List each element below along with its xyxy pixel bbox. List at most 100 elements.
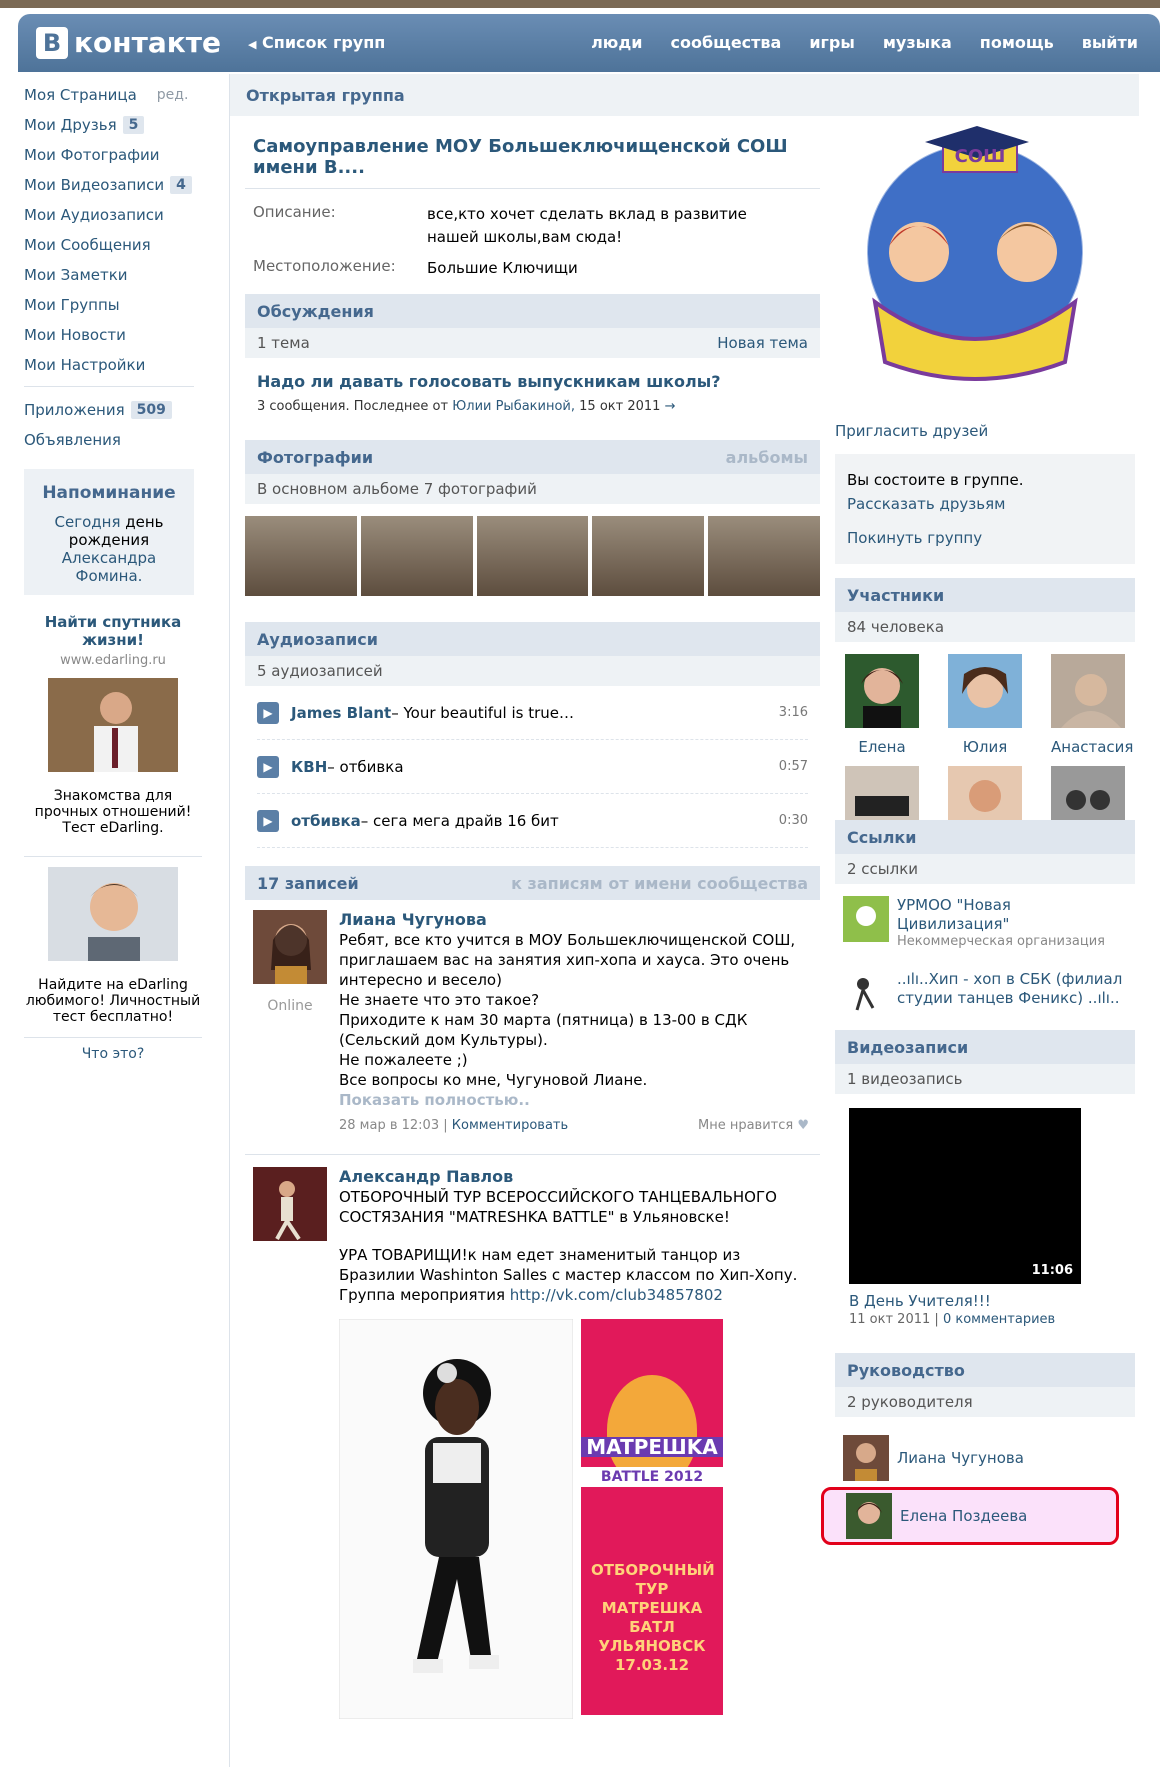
member-name: Анастасия <box>1051 738 1134 756</box>
last-author-link[interactable]: Юлии Рыбакиной, <box>452 399 575 414</box>
track-artist[interactable]: КВН <box>291 758 327 776</box>
video-duration: 11:06 <box>1031 1263 1073 1278</box>
play-icon[interactable]: ▶ <box>257 755 279 778</box>
meta-prefix: 3 сообщения. Последнее от <box>257 399 449 414</box>
nav-music[interactable]: музыка <box>883 33 952 52</box>
new-topic-link[interactable]: Новая тема <box>717 334 808 352</box>
member-card[interactable]: Елена <box>845 654 919 756</box>
link-entry[interactable]: УРМОО "Новая Цивилизация" Некоммерческая … <box>835 884 1135 950</box>
member-card[interactable] <box>948 766 1022 820</box>
play-icon[interactable]: ▶ <box>257 809 279 832</box>
member-card[interactable] <box>1051 766 1125 820</box>
links-header[interactable]: Ссылки <box>835 820 1135 854</box>
post-line: Приходите к нам 30 марта (пятница) в 13-… <box>339 1011 748 1049</box>
top-nav: люди сообщества игры музыка помощь выйти <box>591 33 1138 52</box>
sidebar-item-apps[interactable]: Приложения 509 <box>24 395 224 425</box>
vk-logo[interactable]: В контакте <box>36 26 221 59</box>
photo-thumbnail[interactable] <box>708 516 820 596</box>
sidebar-item-audio[interactable]: Мои Аудиозаписи <box>24 200 224 230</box>
sidebar-item-groups[interactable]: Мои Группы <box>24 290 224 320</box>
nav-communities[interactable]: сообщества <box>670 33 781 52</box>
sidebar-item-my-page[interactable]: Моя Страница ред. <box>24 80 224 110</box>
photo-thumbnail[interactable] <box>245 516 357 596</box>
photo-thumbnail[interactable] <box>360 516 473 596</box>
sidebar-item-notes[interactable]: Мои Заметки <box>24 260 224 290</box>
reminder-box: Напоминание Сегодня день рождения Алексан… <box>24 469 194 595</box>
event-poster[interactable]: MATPEШKA BATTLE 2012 ОТБОРОЧНЫЙ ТУР МАТР… <box>581 1319 723 1715</box>
wall-header[interactable]: 17 записей к записям от имени сообщества <box>245 866 820 900</box>
member-card[interactable] <box>845 766 919 820</box>
wall-post: Online Лиана Чугунова Ребят, все кто учи… <box>245 910 820 1136</box>
logo-text: контакте <box>74 26 221 59</box>
sidebar-item-messages[interactable]: Мои Сообщения <box>24 230 224 260</box>
play-icon[interactable]: ▶ <box>257 701 279 724</box>
link-entry[interactable]: ..ılı..Хип - хоп в СБК (филиал студии та… <box>835 950 1135 1030</box>
photo-thumbnail[interactable] <box>592 516 705 596</box>
avatar[interactable] <box>253 1167 327 1241</box>
videos-header[interactable]: Видеозаписи <box>835 1030 1135 1064</box>
post-body: Александр Павлов ОТБОРОЧНЫЙ ТУР ВСЕРОССИ… <box>339 1167 809 1719</box>
members-header[interactable]: Участники <box>835 578 1135 612</box>
track-artist[interactable]: James Blant <box>291 704 391 722</box>
leader-name: Елена Поздеева <box>900 1507 1028 1525</box>
ad-block-1[interactable]: Найти спутника жизни! www.edarling.ru Зн… <box>24 613 202 836</box>
post-date: 28 мар в 12:03 <box>339 1118 440 1133</box>
leader-entry-highlighted[interactable]: Елена Поздеева <box>821 1487 1119 1545</box>
discussions-header[interactable]: Обсуждения <box>245 294 820 328</box>
like-button[interactable]: Мне нравится ♥ <box>698 1116 809 1136</box>
dancer-photo[interactable] <box>339 1319 573 1719</box>
group-emblem[interactable]: СОШ <box>835 126 1110 406</box>
member-card[interactable]: Юлия <box>948 654 1022 756</box>
video-comments-link[interactable]: 0 комментариев <box>943 1312 1055 1327</box>
link-name: УРМОО "Новая Цивилизация" <box>897 896 1011 933</box>
divider <box>24 386 194 387</box>
avatar[interactable] <box>253 910 327 984</box>
show-more-link[interactable]: Показать полностью.. <box>339 1090 809 1110</box>
nav-help[interactable]: помощь <box>980 33 1054 52</box>
photos-header[interactable]: Фотографии альбомы <box>245 440 820 474</box>
member-card[interactable]: Анастасия <box>1051 654 1134 756</box>
albums-link[interactable]: альбомы <box>726 448 808 467</box>
post-author-link[interactable]: Александр Павлов <box>339 1167 809 1187</box>
link-count: 2 ссылки <box>847 860 919 878</box>
leaders-header[interactable]: Руководство <box>835 1353 1135 1387</box>
topic-title-link[interactable]: Надо ли давать голосовать выпускникам шк… <box>257 372 808 391</box>
section-title: Видеозаписи <box>847 1038 969 1057</box>
nav-people[interactable]: люди <box>591 33 642 52</box>
track-artist[interactable]: отбивка <box>291 812 361 830</box>
sidebar-item-news[interactable]: Мои Новости <box>24 320 224 350</box>
edit-link[interactable]: ред. <box>157 87 189 103</box>
member-name: Елена <box>858 738 906 756</box>
post-attachments: MATPEШKA BATTLE 2012 ОТБОРОЧНЫЙ ТУР МАТР… <box>339 1319 809 1719</box>
man-photo-icon <box>48 867 178 961</box>
groups-list-link[interactable]: ◀ Список групп <box>248 33 385 52</box>
members-grid: Елена Юлия Анастасия <box>835 642 1135 756</box>
post-author-link[interactable]: Лиана Чугунова <box>339 910 809 930</box>
reminder-name-link[interactable]: Александра Фомина. <box>62 549 156 585</box>
club-link[interactable]: http://vk.com/club34857802 <box>510 1286 723 1304</box>
sidebar-item-ads[interactable]: Объявления <box>24 425 224 455</box>
what-is-this-link[interactable]: Что это? <box>24 1046 202 1062</box>
arrow-right-icon[interactable]: → <box>665 399 676 414</box>
video-title-link[interactable]: В День Учителя!!! <box>849 1292 1121 1310</box>
audio-header[interactable]: Аудиозаписи <box>245 622 820 656</box>
post-as-community-link[interactable]: к записям от имени сообщества <box>511 874 808 893</box>
invite-friends-link[interactable]: Пригласить друзей <box>835 422 1135 440</box>
reminder-today-link[interactable]: Сегодня <box>55 513 121 531</box>
online-status: Online <box>267 998 313 1014</box>
discussions-sub: 1 тема Новая тема <box>245 328 820 358</box>
sidebar-item-videos[interactable]: Мои Видеозаписи 4 <box>24 170 224 200</box>
main-panel: Открытая группа Самоуправление МОУ Больш… <box>229 74 1139 1767</box>
ad-block-2[interactable]: Найдите на eDarling любимого! Личностный… <box>24 867 202 1025</box>
nav-logout[interactable]: выйти <box>1082 33 1138 52</box>
photo-thumbnail[interactable] <box>476 516 589 596</box>
video-thumbnail[interactable]: 11:06 <box>849 1108 1081 1284</box>
comment-link[interactable]: Комментировать <box>452 1118 568 1133</box>
sidebar-item-photos[interactable]: Мои Фотографии <box>24 140 224 170</box>
tell-friends-link[interactable]: Рассказать друзьям <box>847 492 1123 516</box>
leave-group-link[interactable]: Покинуть группу <box>847 526 1123 550</box>
sidebar-item-settings[interactable]: Мои Настройки <box>24 350 224 380</box>
leader-entry[interactable]: Лиана Чугунова <box>835 1429 1135 1487</box>
sidebar-item-friends[interactable]: Мои Друзья 5 <box>24 110 224 140</box>
nav-games[interactable]: игры <box>809 33 855 52</box>
